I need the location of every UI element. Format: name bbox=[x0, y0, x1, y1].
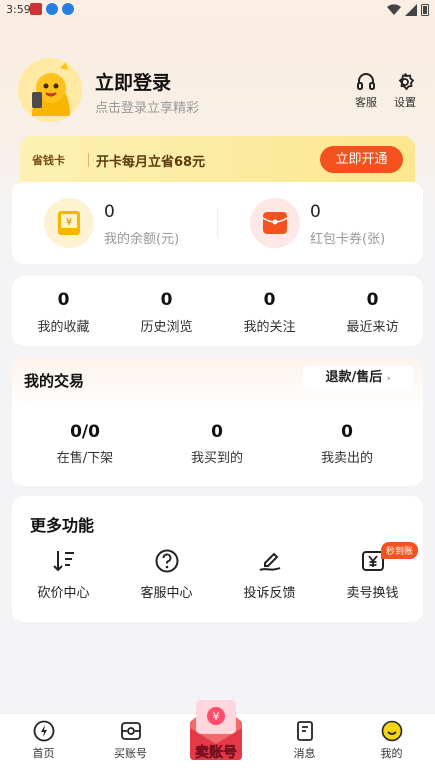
lightning-icon bbox=[33, 720, 54, 742]
func-label: 砍价中心 bbox=[37, 586, 90, 601]
status-indicators bbox=[387, 3, 429, 16]
sell-account-cash-button[interactable]: 卖号换钱 秒到账 bbox=[321, 542, 424, 601]
complaint-feedback-button[interactable]: 投诉反馈 bbox=[218, 548, 321, 601]
tab-label: 我的 bbox=[380, 747, 403, 760]
more-title: 更多功能 bbox=[30, 516, 95, 535]
trade-value: 0 bbox=[211, 422, 223, 442]
vip-separator bbox=[88, 153, 89, 167]
trade-on-sale[interactable]: 0/0 在售/下架 bbox=[20, 422, 150, 466]
balance-label: 我的余额(元) bbox=[104, 232, 180, 247]
settings-button[interactable]: 设置 bbox=[387, 72, 423, 110]
svg-text:¥: ¥ bbox=[213, 710, 220, 723]
smile-icon bbox=[381, 720, 402, 742]
wallet-icon: ¥ bbox=[44, 198, 94, 248]
tab-label: 买账号 bbox=[114, 747, 147, 760]
profile-header[interactable]: 立即登录 点击登录立享精彩 客服 设置 bbox=[18, 58, 418, 122]
tab-messages[interactable]: 消息 bbox=[261, 720, 348, 761]
tab-label: 消息 bbox=[293, 747, 316, 760]
trade-stats: 0/0 在售/下架 0 我买到的 0 我卖出的 bbox=[20, 402, 415, 482]
vip-text: 开卡每月立省68元 bbox=[96, 155, 206, 170]
trade-label: 在售/下架 bbox=[56, 451, 114, 466]
trade-value: 0/0 bbox=[70, 422, 100, 442]
func-label: 投诉反馈 bbox=[243, 586, 296, 601]
app-notification-icon bbox=[30, 3, 42, 15]
service-label: 客服 bbox=[355, 96, 377, 109]
tab-mine[interactable]: 我的 bbox=[348, 720, 435, 761]
stat-following[interactable]: 0 我的关注 bbox=[218, 290, 321, 335]
trade-bought[interactable]: 0 我买到的 bbox=[152, 422, 282, 466]
trade-label: 我买到的 bbox=[190, 451, 243, 466]
stat-value: 0 bbox=[263, 290, 276, 310]
status-time: 3:59 bbox=[6, 3, 31, 16]
wallet-card: ¥ 0 我的余额(元) 0 红包卡券(张) bbox=[12, 182, 423, 264]
service-button[interactable]: 客服 bbox=[348, 72, 384, 110]
service-center-button[interactable]: 客服中心 bbox=[115, 548, 218, 601]
message-icon bbox=[296, 721, 313, 741]
stats-card: 0 我的收藏 0 历史浏览 0 我的关注 0 最近来访 bbox=[12, 276, 423, 346]
gamepad-icon bbox=[120, 722, 141, 740]
pen-icon bbox=[258, 552, 280, 571]
tab-sell-account[interactable]: ¥ 卖账号 bbox=[180, 692, 252, 764]
headset-icon bbox=[357, 73, 375, 90]
func-label: 卖号换钱 bbox=[346, 586, 399, 601]
trade-sold[interactable]: 0 我卖出的 bbox=[282, 422, 412, 466]
stat-history[interactable]: 0 历史浏览 bbox=[115, 290, 218, 335]
sell-tab-label: 卖账号 bbox=[195, 745, 238, 762]
login-subtitle: 点击登录立享精彩 bbox=[95, 101, 200, 116]
svg-text:¥: ¥ bbox=[66, 217, 72, 228]
vip-open-button[interactable]: 立即开通 bbox=[320, 146, 403, 173]
settings-label: 设置 bbox=[394, 96, 416, 109]
stat-value: 0 bbox=[366, 290, 379, 310]
signal-icon bbox=[405, 3, 417, 16]
avatar[interactable] bbox=[18, 58, 82, 122]
vip-banner[interactable]: 省钱卡 开卡每月立省68元 立即开通 bbox=[20, 136, 415, 188]
wallet-divider bbox=[217, 208, 218, 238]
more-features-card: 更多功能 砍价中心 客服中心 投诉反馈 卖号换钱 秒到账 bbox=[12, 496, 423, 622]
coupon-item[interactable]: 0 红包卡券(张) bbox=[250, 198, 400, 248]
balance-item[interactable]: ¥ 0 我的余额(元) bbox=[44, 198, 194, 248]
tab-home[interactable]: 首页 bbox=[0, 720, 87, 761]
stat-favorites[interactable]: 0 我的收藏 bbox=[12, 290, 115, 335]
stat-label: 最近来访 bbox=[346, 320, 399, 335]
login-title[interactable]: 立即登录 bbox=[95, 68, 171, 95]
stat-value: 0 bbox=[160, 290, 173, 310]
trade-card: 我的交易 退款/售后 › 0/0 在售/下架 0 我买到的 0 我卖出的 bbox=[12, 358, 423, 486]
stat-visitors[interactable]: 0 最近来访 bbox=[321, 290, 424, 335]
balance-value: 0 bbox=[104, 202, 115, 222]
chevron-right-icon: › bbox=[386, 374, 391, 384]
coupon-icon bbox=[250, 198, 300, 248]
stat-value: 0 bbox=[57, 290, 70, 310]
func-label: 客服中心 bbox=[140, 586, 193, 601]
wifi-icon bbox=[387, 3, 401, 15]
download-icon bbox=[46, 3, 58, 15]
download-icon-2 bbox=[62, 3, 74, 15]
coupon-value: 0 bbox=[310, 202, 321, 222]
question-circle-icon bbox=[155, 549, 178, 573]
mascot-icon bbox=[18, 58, 82, 122]
sort-down-icon bbox=[52, 551, 74, 572]
stat-label: 历史浏览 bbox=[140, 320, 193, 335]
tab-label: 首页 bbox=[32, 747, 55, 760]
refund-label: 退款/售后 bbox=[325, 370, 383, 385]
stat-label: 我的收藏 bbox=[37, 320, 90, 335]
battery-icon bbox=[421, 4, 429, 16]
status-bar: 3:59 bbox=[0, 0, 435, 20]
trade-label: 我卖出的 bbox=[320, 451, 373, 466]
tab-buy-account[interactable]: 买账号 bbox=[87, 720, 174, 761]
instant-badge: 秒到账 bbox=[381, 542, 419, 559]
stat-label: 我的关注 bbox=[243, 320, 296, 335]
refund-button[interactable]: 退款/售后 › bbox=[303, 366, 413, 390]
trade-value: 0 bbox=[341, 422, 353, 442]
vip-tag: 省钱卡 bbox=[32, 154, 65, 167]
coupon-label: 红包卡券(张) bbox=[310, 232, 386, 247]
gear-icon bbox=[398, 72, 415, 91]
bargain-center-button[interactable]: 砍价中心 bbox=[12, 548, 115, 601]
trade-title: 我的交易 bbox=[24, 372, 85, 390]
